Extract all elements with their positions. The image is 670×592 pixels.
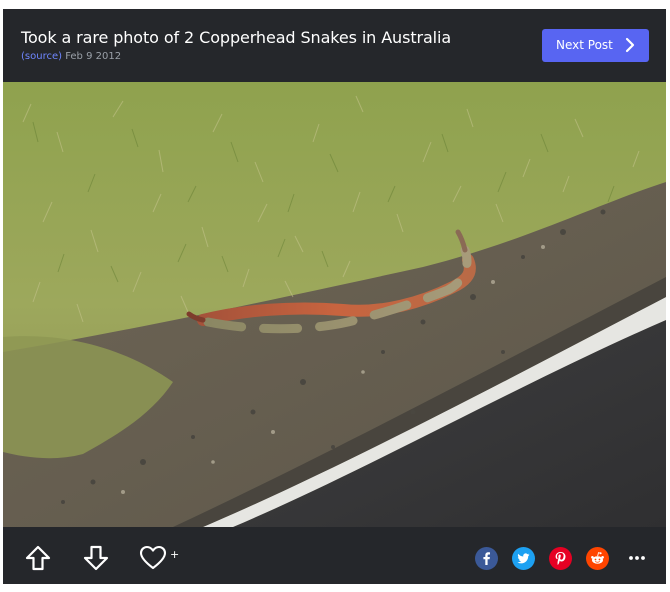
share-pinterest-button[interactable] <box>549 547 572 570</box>
post-actions-bar: + <box>3 527 666 584</box>
post-image[interactable] <box>3 82 666 527</box>
chevron-right-icon <box>625 37 635 53</box>
next-post-label: Next Post <box>556 38 613 52</box>
arrow-down-outline-icon <box>83 545 109 571</box>
share-twitter-button[interactable] <box>512 547 535 570</box>
ellipsis-icon <box>629 556 645 560</box>
upvote-button[interactable] <box>24 544 52 572</box>
post-title: Took a rare photo of 2 Copperhead Snakes… <box>21 28 452 47</box>
snakes-photo <box>3 82 666 527</box>
more-options-button[interactable] <box>627 547 647 569</box>
share-facebook-button[interactable] <box>475 547 498 570</box>
favorite-button[interactable]: + <box>139 545 181 571</box>
alien-icon <box>591 552 604 564</box>
heart-outline-icon <box>139 545 167 570</box>
share-reddit-button[interactable] <box>586 547 609 570</box>
post-meta: (source) Feb 9 2012 <box>21 50 121 63</box>
downvote-button[interactable] <box>82 544 110 572</box>
facebook-icon <box>483 552 490 565</box>
pinterest-icon <box>555 552 566 565</box>
post-header: Took a rare photo of 2 Copperhead Snakes… <box>3 9 666 82</box>
favorite-plus: + <box>170 548 180 561</box>
source-link[interactable]: (source) <box>21 51 62 62</box>
post-date: Feb 9 2012 <box>65 51 122 62</box>
arrow-up-outline-icon <box>25 545 51 571</box>
next-post-button[interactable]: Next Post <box>542 29 649 62</box>
post-card: Took a rare photo of 2 Copperhead Snakes… <box>3 9 666 584</box>
bird-icon <box>517 553 530 564</box>
